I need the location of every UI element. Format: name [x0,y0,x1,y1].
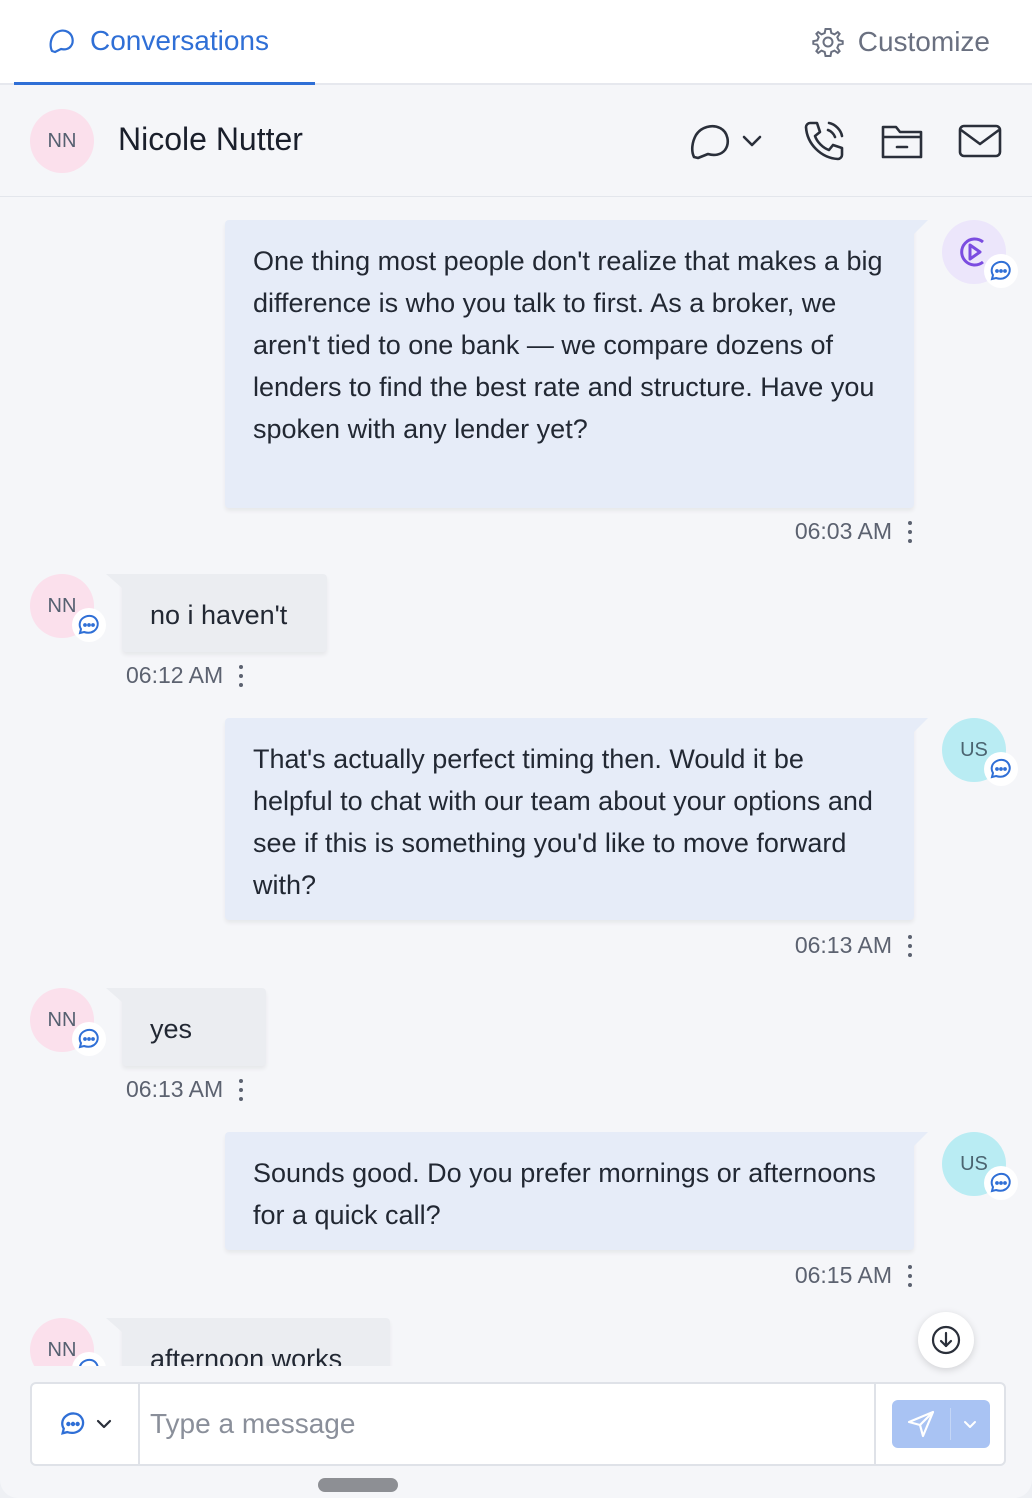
message-timestamp: 06:13 AM [126,1076,224,1102]
call-button[interactable] [798,115,850,167]
channel-badge [984,752,1018,786]
message-time: 06:15 AM [795,1262,914,1289]
message-input[interactable] [140,1384,874,1464]
contact-avatar[interactable]: NN [30,109,94,173]
arrow-down-icon [931,1325,961,1355]
folder-icon [881,125,923,159]
send-area [874,1384,1006,1464]
tab-customize-label: Customize [857,26,990,57]
phone-icon [804,121,844,161]
message-thread[interactable]: One thing most people don't realize that… [0,198,1032,1366]
message-timestamp: 06:15 AM [794,1262,892,1288]
message-text: One thing most people don't realize that… [253,246,883,444]
message-text: afternoon works [150,1344,343,1366]
message-options-icon[interactable] [906,520,914,543]
message-options-icon[interactable] [906,1264,914,1287]
channel-dropdown-button[interactable] [736,121,768,161]
send-button[interactable] [892,1400,990,1448]
channel-select[interactable] [32,1384,140,1464]
contact-header: NN Nicole Nutter [0,85,1032,197]
files-button[interactable] [876,115,928,167]
chevron-down-icon [964,1420,976,1428]
message-time: 06:12 AM [126,662,245,689]
tab-customize[interactable]: Customize [812,18,990,66]
chat-bubble-icon [49,29,74,54]
chat-bubble-icon [990,758,1011,779]
chat-bubble-icon [79,1358,99,1366]
message-timestamp: 06:12 AM [126,662,224,688]
message-avatar-user: US [942,1132,1018,1200]
chat-bubble-icon [990,260,1011,281]
email-button[interactable] [954,115,1006,167]
send-options-button[interactable] [951,1400,989,1448]
message-text: no i haven't [150,600,288,630]
chevron-down-icon [96,1419,112,1429]
message-bubble-outgoing: Sounds good. Do you prefer mornings or a… [225,1132,928,1250]
mail-icon [958,124,1002,158]
send-action[interactable] [892,1400,950,1448]
message-time: 06:13 AM [126,1076,245,1103]
message-bubble-incoming: afternoon works [106,1318,390,1366]
message-bubble-incoming: no i haven't [106,574,327,652]
message-options-icon[interactable] [237,664,245,687]
scroll-to-bottom-button[interactable] [918,1312,974,1368]
message-bubble-outgoing: That's actually perfect timing then. Wou… [225,718,928,920]
message-options-icon[interactable] [906,934,914,957]
tab-conversations-label: Conversations [90,25,269,56]
tab-conversations[interactable]: Conversations [14,0,315,85]
resize-handle[interactable] [318,1478,398,1492]
message-avatar-contact: NN [30,988,106,1056]
message-text: yes [150,1014,193,1044]
message-text: Sounds good. Do you prefer mornings or a… [253,1158,876,1230]
chat-bubble-icon [990,1172,1011,1193]
message-composer [30,1382,1006,1466]
message-bubble-incoming: yes [106,988,266,1066]
send-icon [907,1410,935,1438]
conversation-panel: Conversations Customize NN Nicole Nutter [0,0,1032,1498]
message-time: 06:03 AM [795,518,914,545]
chat-bubble-icon [78,1028,99,1049]
channel-badge [72,608,106,642]
message-timestamp: 06:13 AM [794,932,892,958]
message-timestamp: 06:03 AM [794,518,892,544]
channel-chat-button[interactable] [684,115,736,167]
message-time: 06:13 AM [795,932,914,959]
header-actions [684,115,1006,167]
message-avatar-contact: NN [30,574,106,642]
channel-badge [984,254,1018,288]
gear-icon [812,28,844,57]
chevron-down-icon [742,135,762,147]
message-options-icon[interactable] [237,1078,245,1101]
chat-bubble-icon [61,1412,85,1435]
tab-bar: Conversations Customize [0,0,1032,85]
message-text: That's actually perfect timing then. Wou… [253,744,873,900]
message-bubble-outgoing: One thing most people don't realize that… [225,220,928,508]
chat-bubble-icon [78,614,99,635]
contact-name[interactable]: Nicole Nutter [118,121,303,158]
chat-bubble-icon [690,124,730,160]
message-avatar-user: US [942,718,1018,786]
message-avatar-bot [942,220,1018,288]
channel-badge [72,1022,106,1056]
message-avatar-contact: NN [30,1318,106,1366]
channel-badge [984,1166,1018,1200]
